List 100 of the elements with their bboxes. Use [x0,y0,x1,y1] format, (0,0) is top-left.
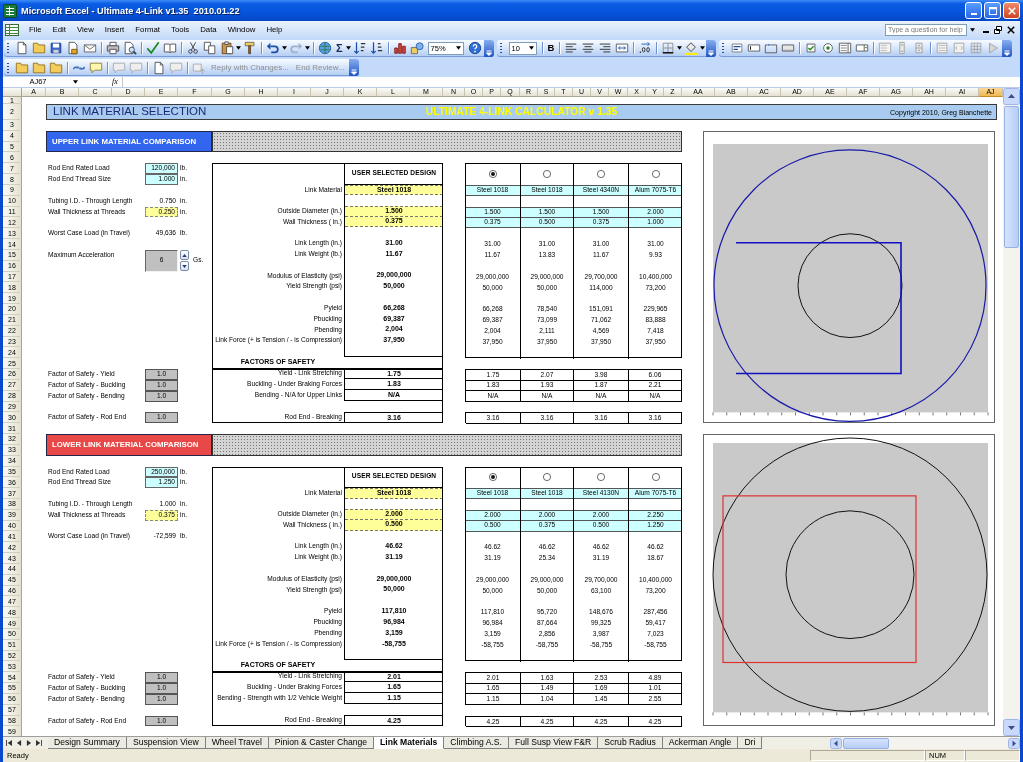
sheet-tab[interactable]: Wheel Travel [205,737,269,749]
new-document-icon[interactable] [15,41,29,55]
sheet-tab[interactable]: Full Susp View F&R [508,737,599,749]
radio-icon[interactable] [821,41,836,55]
checkmark-icon[interactable] [146,41,160,55]
save-icon[interactable] [49,41,63,55]
radio-button[interactable] [651,473,660,482]
decimal-icon[interactable] [638,41,653,55]
sheet-tab[interactable]: Pinion & Caster Change [268,737,375,749]
sheet-tab[interactable]: Suspension View [126,737,206,749]
caret-icon[interactable] [455,46,461,50]
toolbar-options-icon[interactable] [1002,39,1013,57]
radio-button[interactable] [543,473,551,482]
folder-icon[interactable] [15,60,29,75]
previous-icon[interactable] [16,740,22,746]
checkbox-icon[interactable] [804,41,819,55]
folder-icon[interactable] [32,60,46,75]
toolbar-options-icon[interactable] [706,39,717,57]
caret-icon[interactable] [236,46,241,50]
caret-icon[interactable] [73,80,78,84]
paintbrush-icon[interactable] [243,41,257,55]
sheet-title: LINK MATERIAL SELECTION [52,106,208,118]
fill-color-icon[interactable] [684,41,699,55]
last-icon[interactable] [36,740,42,746]
envelope-icon[interactable] [83,41,97,55]
copy-icon[interactable] [203,41,217,55]
align-center-icon[interactable] [581,41,596,55]
list-box-icon[interactable] [838,41,853,55]
shapes-icon[interactable] [409,41,424,55]
button-shape-icon[interactable] [781,41,796,55]
minimize-button[interactable] [965,2,982,19]
merge-cells-icon[interactable] [615,41,630,55]
maximize-icon [988,6,997,15]
folder-icon[interactable] [32,41,46,55]
folder-icon[interactable] [49,60,63,75]
next-icon[interactable] [26,740,32,746]
book-icon[interactable] [163,41,177,55]
bold-button[interactable]: B [545,43,557,53]
scroll-thumb[interactable] [1004,106,1019,248]
radio-button[interactable] [597,473,605,482]
calculator-title: ULTIMATE 4-LINK CALCULATOR v 1.35 [425,106,618,118]
close-button[interactable] [1003,2,1020,19]
print-preview-icon[interactable] [123,41,137,55]
caret-icon[interactable] [528,46,534,50]
insert-function-button[interactable]: fx [112,77,118,87]
radio-button[interactable] [488,473,497,482]
clipboard-icon[interactable] [220,41,234,55]
combo-box-icon[interactable] [855,41,870,55]
globe-icon[interactable] [318,41,332,55]
radio-button[interactable] [597,170,605,179]
caret-icon[interactable] [700,46,706,50]
borders-icon[interactable] [661,41,676,55]
radio-button[interactable] [543,170,551,179]
up-arrow-icon [182,253,187,257]
down-arrow-icon [182,264,187,268]
undo-icon[interactable] [266,41,280,55]
group-box-icon[interactable] [764,41,779,55]
caret-icon[interactable] [305,46,310,50]
workbook-icon[interactable] [5,23,19,36]
text-label-icon[interactable] [730,41,745,55]
window-title: Microsoft Excel - Ultimate 4-Link v1.35 2010.01.22 [21,5,241,16]
bar-chart-icon[interactable] [392,41,407,55]
document-lock-icon[interactable] [66,41,80,55]
sheet-tab[interactable]: Ackerman Angle [662,737,739,749]
text-box-icon[interactable] [747,41,762,55]
vertical-scrollbar[interactable] [1003,88,1020,736]
document-icon[interactable] [152,60,166,75]
autosum-button[interactable]: Σ [334,42,345,54]
spin-up-button[interactable] [180,250,189,261]
status-panel [965,750,1020,761]
sheet-tab[interactable]: Climbing A.S. [444,737,509,749]
sheet-tab[interactable]: Link Materials [374,737,445,749]
align-left-icon[interactable] [564,41,579,55]
sort-ascending-icon[interactable] [352,41,367,55]
toolbar-options-icon[interactable] [483,39,494,57]
restore-icon[interactable] [994,25,1002,34]
horizontal-scrollbar[interactable] [830,737,1020,749]
first-icon[interactable] [6,740,12,746]
scissors-icon[interactable] [186,41,200,55]
caret-icon[interactable] [282,46,287,50]
sort-descending-icon[interactable] [369,41,384,55]
help-icon[interactable] [467,41,482,55]
close-icon [1007,6,1016,15]
sheet-tab[interactable]: Design Summary [48,737,127,749]
sheet-tab[interactable]: Dri [738,737,763,749]
print-icon[interactable] [106,41,120,55]
sheet-tab[interactable]: Scrub Radius [598,737,663,749]
align-right-icon[interactable] [598,41,613,55]
spin-down-button[interactable] [180,261,189,272]
maximize-button[interactable] [984,2,1001,19]
caret-icon[interactable] [345,46,351,50]
minimize-icon [970,12,977,15]
radio-button[interactable] [651,170,660,179]
caret-icon[interactable] [970,27,975,32]
caret-icon[interactable] [677,46,683,50]
close-icon[interactable] [1007,25,1015,34]
toolbar-options-icon[interactable] [348,59,359,76]
scroll-thumb[interactable] [843,737,889,749]
note-icon[interactable] [89,60,103,75]
radio-button[interactable] [488,170,497,179]
